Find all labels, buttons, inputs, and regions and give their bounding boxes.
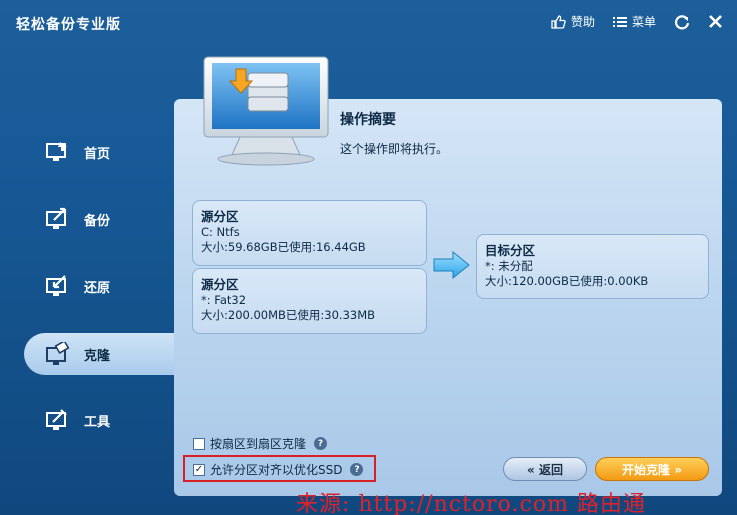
sidebar-item-backup[interactable]: 备份 [24, 198, 174, 240]
partition-size: 大小:120.00GB已使用:0.00KB [485, 274, 649, 288]
sidebar-item-tools[interactable]: 工具 [24, 399, 174, 441]
backup-icon [44, 206, 72, 232]
start-clone-button[interactable]: 开始克隆 » [595, 457, 709, 481]
clone-icon [44, 341, 72, 367]
help-icon[interactable]: ? [314, 437, 328, 450]
watermark: 来源: http://nctoro.com 路由通 [296, 492, 646, 515]
sidebar-item-label: 备份 [84, 213, 111, 229]
restore-icon [44, 273, 72, 299]
refresh-button[interactable] [674, 14, 690, 30]
sector-clone-option[interactable]: 按扇区到扇区克隆 ? [193, 435, 328, 452]
like-button[interactable]: 赞助 [551, 13, 595, 30]
source-partition-card: 源分区 *: Fat32 大小:200.00MB已使用:30.33MB [192, 268, 427, 334]
title-bar: 轻松备份专业版 赞助 菜单 [0, 0, 737, 46]
tools-icon [44, 407, 72, 433]
partition-size: 大小:200.00MB已使用:30.33MB [201, 308, 376, 322]
sidebar-item-restore[interactable]: 还原 [24, 265, 174, 307]
sidebar-item-clone[interactable]: 克隆 [24, 333, 180, 375]
partition-title: 目标分区 [485, 243, 536, 258]
sidebar-item-home[interactable]: 首页 [24, 131, 174, 173]
partition-name: *: 未分配 [485, 259, 533, 273]
partition-name: C: Ntfs [201, 225, 240, 239]
app-title: 轻松备份专业版 [16, 17, 121, 33]
sidebar-item-label: 工具 [84, 414, 111, 430]
highlight-box [183, 455, 376, 482]
partition-size: 大小:59.68GB已使用:16.44GB [201, 240, 366, 254]
close-icon [709, 15, 722, 28]
back-button[interactable]: « 返回 [503, 457, 587, 481]
refresh-icon [674, 14, 690, 29]
sector-clone-checkbox[interactable] [193, 437, 205, 450]
close-button[interactable] [708, 14, 723, 29]
menu-list-icon [612, 16, 627, 27]
menu-button[interactable]: 菜单 [612, 13, 656, 30]
summary-description: 这个操作即将执行。 [340, 142, 449, 156]
partition-name: *: Fat32 [201, 293, 247, 307]
arrow-right-icon [433, 250, 471, 283]
sidebar-item-label: 首页 [84, 146, 111, 162]
source-partition-card: 源分区 C: Ntfs 大小:59.68GB已使用:16.44GB [192, 200, 427, 266]
like-label: 赞助 [570, 15, 595, 29]
partition-title: 源分区 [201, 209, 239, 224]
target-partition-card: 目标分区 *: 未分配 大小:120.00GB已使用:0.00KB [476, 234, 709, 299]
summary-title: 操作摘要 [340, 112, 396, 128]
home-monitor-icon [44, 139, 72, 165]
sidebar-item-label: 还原 [84, 280, 111, 296]
thumbs-up-icon [551, 14, 566, 29]
partition-title: 源分区 [201, 277, 239, 292]
computer-backup-illustration [200, 55, 334, 167]
sidebar-item-label: 克隆 [84, 348, 111, 364]
menu-label: 菜单 [631, 15, 656, 29]
sector-clone-label: 按扇区到扇区克隆 [210, 437, 307, 451]
